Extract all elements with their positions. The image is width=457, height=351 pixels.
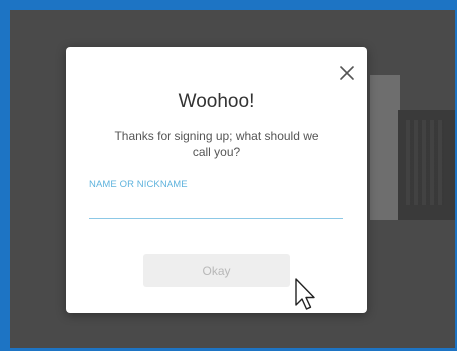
name-field-label: NAME OR NICKNAME [89, 179, 188, 190]
mouse-pointer-icon [294, 278, 318, 314]
okay-button[interactable]: Okay [143, 254, 290, 287]
dialog-message: Thanks for signing up; what should we ca… [114, 129, 319, 159]
signup-dialog: Woohoo! Thanks for signing up; what shou… [66, 47, 367, 313]
background-image [398, 110, 455, 220]
background-panel [370, 75, 400, 220]
close-button[interactable] [337, 63, 357, 83]
close-icon [337, 63, 357, 83]
name-input[interactable] [89, 194, 343, 219]
dialog-title: Woohoo! [178, 91, 255, 112]
